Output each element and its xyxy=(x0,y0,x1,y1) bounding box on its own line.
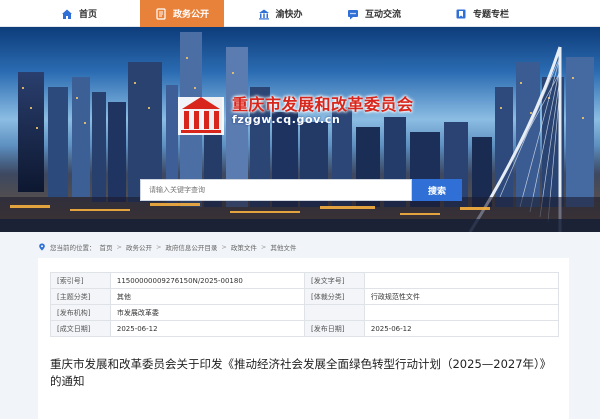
header-banner: 重庆市发展和改革委员会 fzggw.cq.gov.cn 搜索 xyxy=(0,27,600,232)
meta-value-topic: 其他 xyxy=(109,288,305,305)
table-row: [主题分类] 其他 [体裁分类] 行政规范性文件 xyxy=(50,288,560,305)
chat-icon xyxy=(347,7,360,20)
table-row: [发布机构] 市发展改革委 xyxy=(50,304,560,321)
meta-key-empty xyxy=(303,304,365,321)
breadcrumb-item-policy-documents[interactable]: 政策文件 xyxy=(231,242,257,252)
breadcrumb-separator: > xyxy=(260,243,267,251)
breadcrumb-item-info-directory[interactable]: 政府信息公开目录 xyxy=(165,242,217,252)
meta-value-written-date: 2025-06-12 xyxy=(109,320,305,337)
breadcrumb-separator: > xyxy=(116,243,122,251)
bookmark-icon xyxy=(455,7,468,20)
meta-value-empty xyxy=(363,304,560,321)
site-domain: fzggw.cq.gov.cn xyxy=(232,113,341,126)
document-icon xyxy=(155,7,168,20)
search-bar: 搜索 xyxy=(140,179,462,201)
document-title: 重庆市发展和改革委员会关于印发《推动经济社会发展全面绿色转型行动计划（2025—… xyxy=(50,357,552,388)
nav-item-yukuaiban[interactable]: 渝快办 xyxy=(238,0,322,27)
content-panel: [索引号] 11500000009276150N/2025-00180 [发文字… xyxy=(38,258,569,419)
breadcrumb-separator: > xyxy=(221,243,227,251)
meta-key-publisher: [发布机构] xyxy=(50,304,111,321)
breadcrumb-item-other-documents[interactable]: 其他文件 xyxy=(270,242,296,252)
search-input[interactable] xyxy=(140,179,412,201)
nav-item-label: 首页 xyxy=(78,10,97,20)
meta-key-topic: [主题分类] xyxy=(50,288,111,305)
meta-value-document-number xyxy=(363,272,560,289)
city-skyline-image xyxy=(0,32,600,232)
site-title: 重庆市发展和改革委员会 xyxy=(232,95,414,114)
top-navigation: 首页 政务公开 渝快办 互动交流 专题专栏 xyxy=(0,0,600,27)
meta-key-genre: [体裁分类] xyxy=(303,288,365,305)
breadcrumb: 您当前的位置： 首页 > 政务公开 > 政府信息公开目录 > 政策文件 > 其他… xyxy=(38,240,296,254)
nav-item-label: 互动交流 xyxy=(364,10,401,20)
nav-item-special-topics[interactable]: 专题专栏 xyxy=(440,0,524,27)
breadcrumb-item-government-affairs[interactable]: 政务公开 xyxy=(126,242,152,252)
meta-value-publisher: 市发展改革委 xyxy=(109,304,305,321)
nav-item-government-affairs[interactable]: 政务公开 xyxy=(140,0,224,27)
location-icon xyxy=(38,243,46,251)
meta-key-index-number: [索引号] xyxy=(50,272,111,289)
nav-item-interaction[interactable]: 互动交流 xyxy=(332,0,416,27)
nav-item-home[interactable]: 首页 xyxy=(38,0,120,27)
table-row: [索引号] 11500000009276150N/2025-00180 [发文字… xyxy=(50,272,560,289)
breadcrumb-separator: > xyxy=(155,243,162,251)
breadcrumb-prefix: 您当前的位置： xyxy=(50,244,96,252)
meta-key-publish-date: [发布日期] xyxy=(303,320,365,337)
search-button[interactable]: 搜索 xyxy=(412,179,462,201)
meta-key-document-number: [发文字号] xyxy=(303,272,365,289)
commission-logo xyxy=(172,89,230,141)
nav-item-label: 政务公开 xyxy=(172,10,209,20)
nav-item-label: 专题专栏 xyxy=(472,10,509,20)
meta-value-genre: 行政规范性文件 xyxy=(363,288,560,305)
table-row: [成文日期] 2025-06-12 [发布日期] 2025-06-12 xyxy=(50,320,560,337)
meta-key-written-date: [成文日期] xyxy=(50,320,111,337)
home-icon xyxy=(61,7,74,20)
document-metadata-table: [索引号] 11500000009276150N/2025-00180 [发文字… xyxy=(50,272,560,337)
meta-value-publish-date: 2025-06-12 xyxy=(363,320,560,337)
nav-item-label: 渝快办 xyxy=(275,10,303,20)
meta-value-index-number: 11500000009276150N/2025-00180 xyxy=(109,272,305,289)
building-icon xyxy=(257,7,270,20)
breadcrumb-item-home[interactable]: 首页 xyxy=(100,242,113,252)
